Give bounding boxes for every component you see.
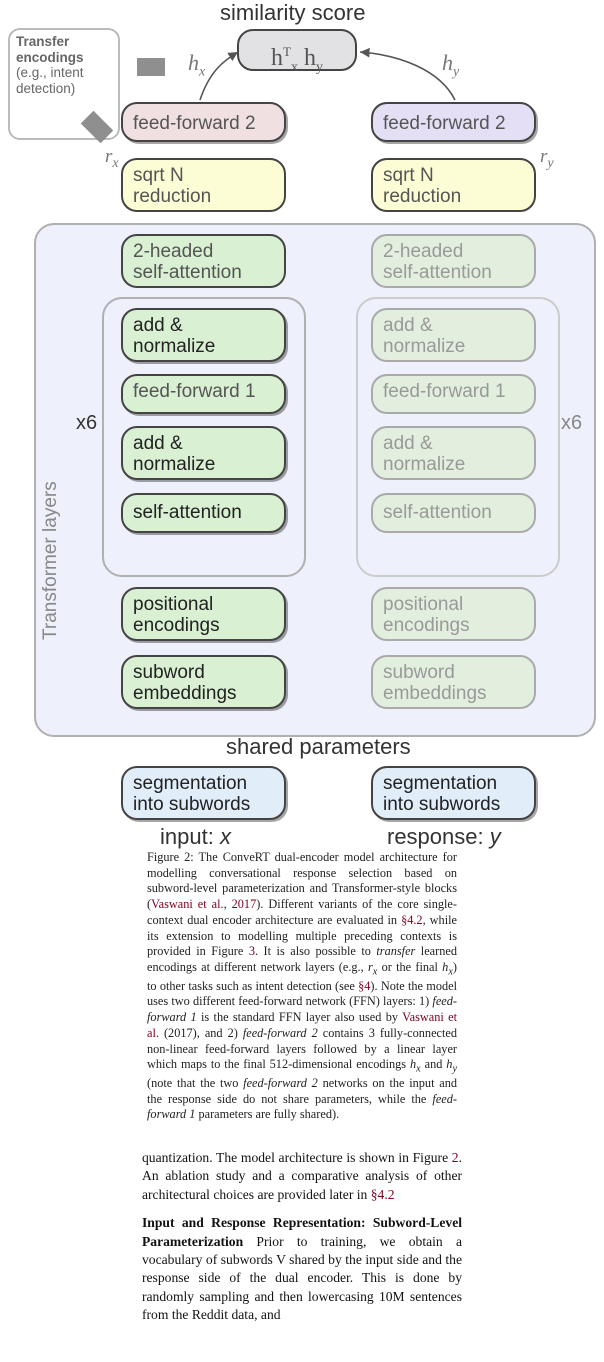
score-formula: hTx hy	[271, 45, 323, 71]
sqrtN-right: sqrt N reduction	[371, 158, 536, 212]
twohead-right: 2-headed self-attention	[371, 234, 536, 288]
response-label: response: y	[387, 824, 501, 850]
ff1-left: feed-forward 1	[121, 374, 286, 414]
architecture-diagram: similarity score hTx hy hx hy rx ry Tran…	[0, 0, 604, 840]
posenc-right: positional encodings	[371, 587, 536, 641]
subword-left: subword embeddings	[121, 655, 286, 709]
transfer-connector-top	[137, 58, 165, 76]
figure-caption: Figure 2: The ConveRT dual-encoder model…	[147, 850, 457, 1123]
figure-2-link[interactable]: 2	[452, 1150, 459, 1165]
selfattn-right: self-attention	[371, 493, 536, 533]
similarity-score-label: similarity score	[220, 0, 365, 26]
x6-label-right: x6	[561, 412, 582, 435]
shared-params-label: shared parameters	[226, 734, 411, 760]
addnorm2-right: add & normalize	[371, 426, 536, 480]
transformer-layers-label: Transformer layers	[40, 440, 62, 640]
input-label: input: x	[160, 824, 231, 850]
vaswani-link[interactable]: Vaswani et al., 2017	[151, 897, 256, 911]
sec-4-link[interactable]: §4	[358, 979, 370, 993]
selfattn-left: self-attention	[121, 493, 286, 533]
transfer-title: Transfer encodings	[16, 34, 84, 65]
hx-glyph: hx	[188, 50, 205, 80]
seg-right: segmentation into subwords	[371, 766, 536, 820]
addnorm1-right: add & normalize	[371, 308, 536, 362]
twohead-left: 2-headed self-attention	[121, 234, 286, 288]
sec-4-2-body-link[interactable]: §4.2	[371, 1187, 395, 1202]
ff1-right: feed-forward 1	[371, 374, 536, 414]
body-text: quantization. The model architecture is …	[142, 1149, 462, 1324]
subword-right: subword embeddings	[371, 655, 536, 709]
seg-left: segmentation into subwords	[121, 766, 286, 820]
addnorm2-left: add & normalize	[121, 426, 286, 480]
hy-glyph: hy	[442, 50, 459, 80]
sec-4-2-link[interactable]: §4.2	[401, 913, 423, 927]
addnorm1-left: add & normalize	[121, 308, 286, 362]
x6-label-left: x6	[76, 412, 97, 435]
ry-glyph: ry	[540, 146, 554, 172]
score-box: hTx hy	[237, 29, 357, 71]
ff2-left: feed-forward 2	[121, 102, 286, 142]
posenc-left: positional encodings	[121, 587, 286, 641]
transfer-subtitle: (e.g., intent detection)	[16, 65, 84, 96]
ff2-right: feed-forward 2	[371, 102, 536, 142]
rx-glyph: rx	[105, 146, 119, 172]
sqrtN-left: sqrt N reduction	[121, 158, 286, 212]
